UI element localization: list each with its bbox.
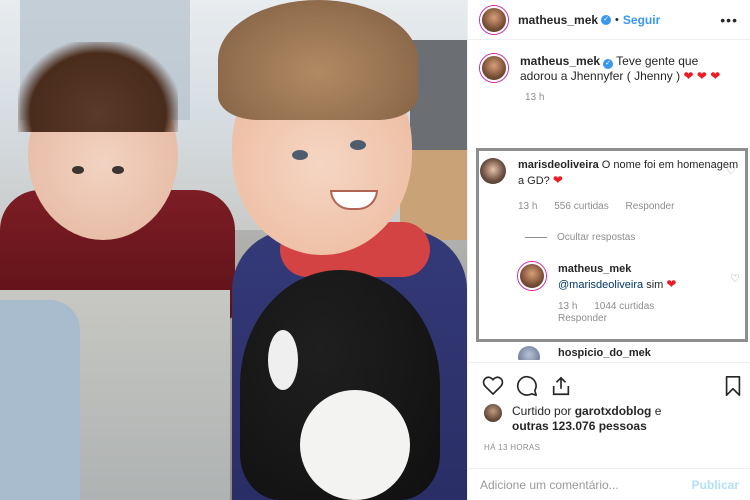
hide-replies-button[interactable]: Ocultar respostas	[525, 232, 635, 243]
next-commenter-username[interactable]: hospicio_do_mek	[558, 347, 651, 359]
reply-mention[interactable]: @marisdeoliveira	[558, 279, 643, 291]
post-sidebar: matheus_mek ✓ • Seguir ••• matheus_mek ✓ …	[467, 0, 750, 500]
publish-button[interactable]: Publicar	[692, 478, 739, 492]
commenter-username[interactable]: marisdeoliveira	[518, 159, 599, 171]
likes-summary: Curtido por garotxdoblog e outras 123.07…	[484, 404, 661, 434]
comment-time[interactable]: 13 h	[518, 201, 537, 212]
baby-blanket	[0, 300, 80, 500]
caption-text-block: matheus_mek ✓ Teve gente que adorou a Jhe…	[520, 54, 738, 84]
author-avatar[interactable]	[480, 5, 508, 34]
comment-likes[interactable]: 556 curtidas	[554, 201, 608, 212]
commenter-avatar[interactable]	[480, 158, 506, 184]
liker-username[interactable]: garotxdoblog	[575, 404, 652, 418]
caption-time[interactable]: 13 h	[468, 84, 750, 103]
comment-form: Publicar	[468, 468, 750, 500]
heart-emoji-icon: ❤	[710, 69, 721, 83]
post-time[interactable]: HÁ 13 HORAS	[484, 443, 540, 452]
more-options-icon[interactable]: •••	[720, 12, 738, 28]
comment-item: marisdeoliveira O nome foi em homenagem …	[480, 158, 740, 214]
reply-body: matheus_mek @marisdeoliveira sim ❤ 13 h …	[558, 262, 740, 325]
reply-actions: 13 h 1044 curtidas Responder	[558, 301, 740, 325]
verified-icon: ✓	[601, 14, 612, 25]
reply-text: sim	[646, 279, 664, 291]
reply-username[interactable]: matheus_mek	[558, 263, 631, 275]
caption-username[interactable]: matheus_mek	[520, 54, 600, 68]
bookmark-icon[interactable]	[724, 375, 742, 397]
puppy-blaze	[268, 330, 298, 390]
share-icon[interactable]	[550, 375, 572, 397]
heart-emoji-icon: ❤	[552, 173, 563, 187]
action-bar	[468, 362, 750, 406]
liked-by-prefix: Curtido por	[512, 404, 572, 418]
next-comment: hospicio_do_mek	[518, 346, 738, 360]
separator-dot: •	[615, 13, 619, 26]
reply-avatar[interactable]	[518, 262, 546, 290]
hide-replies-label: Ocultar respostas	[557, 232, 636, 243]
comment-actions: 13 h 556 curtidas Responder	[518, 199, 740, 214]
heart-icon[interactable]	[482, 375, 504, 395]
boy-eye	[350, 140, 366, 150]
comment-body: marisdeoliveira O nome foi em homenagem …	[518, 158, 740, 214]
follow-button[interactable]: Seguir	[623, 13, 660, 27]
liked-by-middle: e	[654, 404, 662, 418]
reply-button[interactable]: Responder	[626, 201, 675, 212]
likes-text: Curtido por garotxdoblog e outras 123.07…	[512, 404, 661, 434]
liker-avatar[interactable]	[484, 404, 502, 422]
post-photo[interactable]	[0, 0, 467, 500]
like-reply-icon[interactable]: ♡	[730, 272, 740, 285]
replies-divider	[525, 237, 547, 238]
comment-input[interactable]	[480, 477, 692, 492]
caption: matheus_mek ✓ Teve gente que adorou a Jhe…	[468, 40, 750, 84]
reply-time[interactable]: 13 h	[558, 301, 577, 312]
baby-eye	[112, 166, 124, 174]
comment-icon[interactable]	[516, 375, 538, 397]
puppy-chest	[300, 390, 410, 500]
heart-emoji-icon: ❤	[666, 277, 677, 291]
reply-item: matheus_mek @marisdeoliveira sim ❤ 13 h …	[518, 262, 740, 325]
heart-emoji-icon: ❤	[683, 69, 694, 83]
heart-emoji-icon: ❤	[696, 69, 707, 83]
baby-hair	[18, 42, 178, 132]
verified-icon: ✓	[603, 59, 614, 69]
baby-eye	[72, 166, 84, 174]
boy-hair	[218, 0, 418, 120]
reply-reply-button[interactable]: Responder	[558, 313, 607, 324]
caption-avatar[interactable]	[480, 54, 508, 82]
author-username[interactable]: matheus_mek	[518, 13, 598, 27]
boy-eye	[292, 150, 308, 160]
others-likes-link[interactable]: outras 123.076 pessoas	[512, 419, 647, 433]
next-commenter-avatar[interactable]	[518, 346, 540, 360]
post-header: matheus_mek ✓ • Seguir •••	[468, 0, 750, 40]
reply-likes[interactable]: 1044 curtidas	[594, 301, 654, 312]
like-comment-icon[interactable]: ♡	[726, 164, 736, 177]
